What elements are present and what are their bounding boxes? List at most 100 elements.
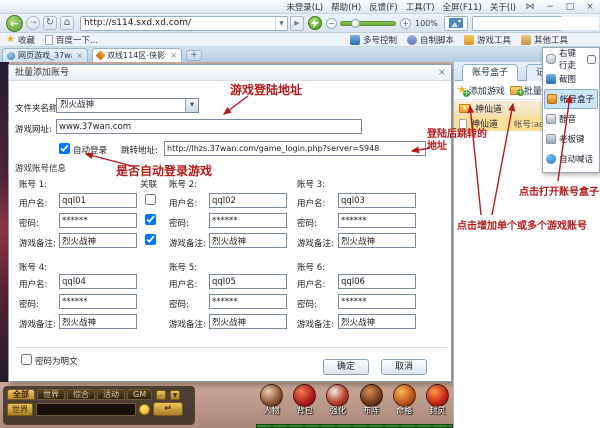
game-url-input[interactable] [56, 119, 362, 134]
emoticon-icon[interactable] [139, 403, 150, 415]
menu-item-screenshot[interactable]: 截图 [544, 69, 598, 89]
chat-tab-world[interactable]: 世界 [37, 389, 65, 400]
jump-url-input[interactable] [164, 141, 426, 156]
speed-mode-icon[interactable] [308, 16, 322, 30]
note-input-4[interactable] [59, 314, 137, 329]
add-game-button[interactable]: ★ 添加游戏 [457, 84, 505, 97]
password-input-2[interactable] [209, 213, 287, 228]
enhance-button[interactable]: 强化 [322, 383, 353, 425]
menu-item-help[interactable]: 帮助(H) [331, 1, 361, 13]
chat-tab-all[interactable]: 全部 [7, 389, 35, 400]
note-input-6[interactable] [338, 314, 416, 329]
game-shortcut-bar: 人物 背包 强化 布阵 命格 封灵 [256, 383, 453, 425]
dialog-close-icon[interactable]: × [438, 67, 446, 79]
panel-tab-accountbox[interactable]: 账号盒子 [462, 64, 519, 81]
refresh-button[interactable]: ↻ [43, 16, 57, 30]
password-label: 密码: [19, 219, 39, 229]
tab-close-icon[interactable]: × [76, 51, 83, 60]
tab-37wan[interactable]: 网页游戏_37wan|三... × [2, 48, 88, 62]
menu-item-auto-shout[interactable]: 自动喊话 [544, 149, 598, 169]
bag-button[interactable]: 背包 [289, 383, 320, 425]
forward-button[interactable]: → [26, 16, 40, 30]
password-input-6[interactable] [338, 294, 416, 309]
password-input-4[interactable] [59, 294, 137, 309]
note-input-5[interactable] [209, 314, 287, 329]
link-checkbox-2[interactable] [145, 214, 156, 225]
game-tools-button[interactable]: 游戏工具 [463, 34, 511, 46]
link-header: 关联 [140, 180, 158, 190]
chat-tab-general[interactable]: 综合 [67, 389, 95, 400]
chat-channel-selector[interactable]: 世界 [7, 402, 33, 416]
right-click-walk-checkbox[interactable] [587, 54, 596, 64]
other-tools-button[interactable]: 其他工具 [520, 34, 568, 46]
menu-item-about[interactable]: 关于(I) [490, 1, 516, 13]
username-input-3[interactable] [338, 193, 416, 208]
character-icon [260, 384, 283, 407]
username-input-6[interactable] [338, 274, 416, 289]
character-button[interactable]: 人物 [256, 383, 287, 425]
menu-item-mute[interactable]: 静音 [544, 109, 598, 129]
username-input-1[interactable] [59, 193, 137, 208]
note-input-2[interactable] [209, 233, 287, 248]
divider [15, 347, 447, 348]
zoom-slider-thumb[interactable] [351, 18, 360, 28]
favorites-button[interactable]: ★ 收藏 [6, 34, 35, 46]
plaintext-password-checkbox[interactable] [21, 354, 32, 365]
username-input-2[interactable] [209, 193, 287, 208]
url-input[interactable] [81, 16, 275, 30]
new-tab-button[interactable]: + [186, 50, 202, 61]
link-checkbox-3[interactable] [145, 234, 156, 245]
zoom-in-button[interactable]: + [400, 17, 411, 29]
password-input-3[interactable] [338, 213, 416, 228]
zoom-out-button[interactable]: − [326, 17, 337, 29]
bookmark-baidu[interactable]: 百度一下... [44, 34, 98, 46]
folder-select[interactable]: 烈火战神 ▼ [56, 98, 199, 113]
chat-input[interactable] [36, 402, 136, 416]
menu-item-feedback[interactable]: 反馈(F) [369, 1, 398, 13]
formation-button[interactable]: 布阵 [356, 383, 387, 425]
search-input[interactable] [472, 16, 599, 30]
username-input-4[interactable] [59, 274, 137, 289]
custom-script-button[interactable]: 自制脚本 [406, 34, 454, 46]
menu-item-tools[interactable]: 工具(T) [406, 1, 435, 13]
menu-item-fullscreen[interactable]: 全屏(F11) [443, 1, 482, 13]
password-input-1[interactable] [59, 213, 137, 228]
game-tools-icon [463, 34, 474, 45]
password-input-5[interactable] [209, 294, 287, 309]
back-button[interactable]: ← [6, 14, 23, 32]
seal-button[interactable]: 封灵 [422, 383, 453, 425]
window-close-button[interactable]: × [584, 1, 596, 13]
home-button[interactable]: ⌂ [60, 16, 74, 30]
capture-button[interactable] [443, 15, 468, 31]
ok-button[interactable]: 确定 [323, 359, 369, 375]
multi-account-control-button[interactable]: 多号控制 [349, 34, 397, 46]
chat-minimize-button[interactable]: - [156, 390, 167, 400]
menu-item-boss-key[interactable]: 老板键 [544, 129, 598, 149]
skin-icon[interactable]: ⋈ [524, 1, 536, 13]
menu-item-right-click-walk[interactable]: 右键行走 [544, 49, 598, 71]
note-input-1[interactable] [59, 233, 137, 248]
chat-tab-gm[interactable]: GM [127, 389, 153, 400]
menu-item-account-box[interactable]: 帐号盒子 [544, 89, 598, 109]
chat-options-button[interactable]: ▼ [170, 390, 181, 400]
cancel-button[interactable]: 取消 [381, 359, 427, 375]
link-checkbox-1[interactable] [145, 194, 156, 205]
username-input-5[interactable] [209, 274, 287, 289]
go-button[interactable]: ▶ [290, 15, 304, 31]
tab-close-icon[interactable]: × [170, 51, 177, 60]
chat-tab-activity[interactable]: 活动 [97, 389, 125, 400]
menu-item-login[interactable]: 未登录(L) [286, 1, 323, 13]
chevron-down-icon[interactable]: ▼ [185, 99, 198, 112]
fate-button[interactable]: 命格 [389, 383, 420, 425]
url-dropdown-icon[interactable]: ▼ [275, 16, 287, 30]
xp-bar [256, 424, 453, 428]
maximize-button[interactable]: □ [564, 1, 576, 13]
note-input-3[interactable] [338, 233, 416, 248]
auto-login-checkbox[interactable] [59, 143, 70, 154]
tab-game-active[interactable]: 双线114区-侠影示... × [92, 48, 182, 62]
chat-send-button[interactable]: ↵ [153, 402, 183, 416]
globe-icon [7, 51, 15, 60]
zoom-slider[interactable] [340, 18, 396, 28]
search-box [471, 15, 599, 31]
minimize-button[interactable]: − [544, 1, 556, 13]
